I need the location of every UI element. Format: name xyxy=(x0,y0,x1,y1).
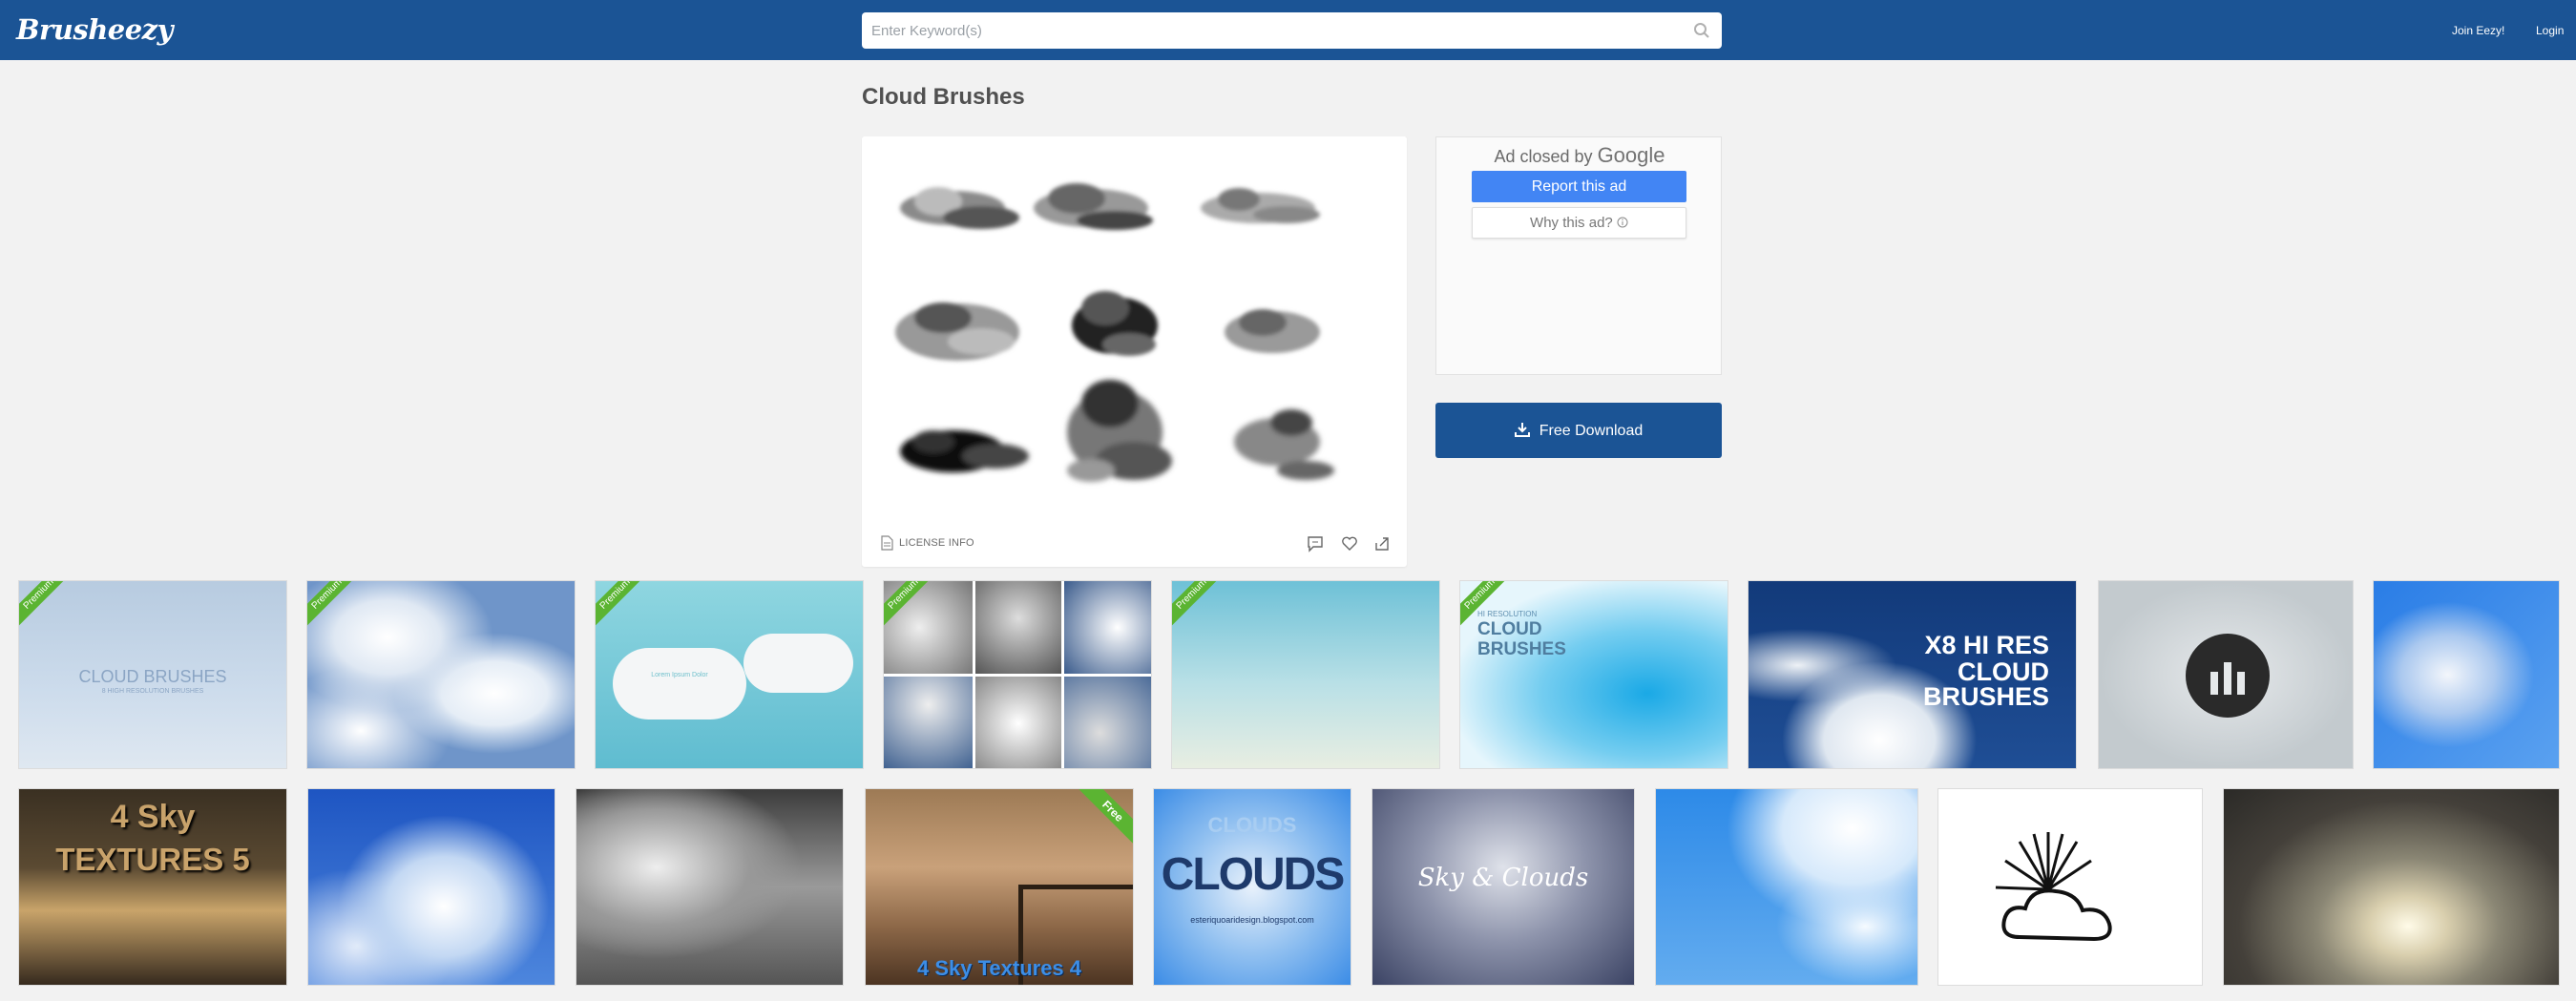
thumbnail-title: 4 Sky xyxy=(110,799,196,835)
thumbnail-line: HI RESOLUTION xyxy=(1477,610,1538,618)
related-thumbnail[interactable] xyxy=(576,788,844,986)
thumbnail-title: TEXTURES 5 xyxy=(55,842,250,877)
thumbnail-title: Lorem Ipsum Dolor xyxy=(651,672,708,678)
brusheezy-logo[interactable]: Brusheezy xyxy=(16,13,174,46)
related-thumbnail[interactable] xyxy=(2223,788,2560,986)
ad-panel: Ad closed by Google Report this ad Why t… xyxy=(1435,136,1722,375)
related-thumbnail[interactable] xyxy=(307,788,555,986)
thumbnail-subtitle: 8 HIGH RESOLUTION BRUSHES xyxy=(101,688,204,695)
ad-closed-label: Ad closed by xyxy=(1494,147,1593,166)
download-icon xyxy=(1514,422,1530,437)
related-thumbnail[interactable]: 4 Sky Textures 4 Free xyxy=(865,788,1134,986)
related-thumbnail[interactable]: Premium xyxy=(1171,580,1440,769)
preview-image[interactable] xyxy=(886,165,1382,518)
license-info-link[interactable]: LICENSE INFO xyxy=(881,535,974,551)
download-label: Free Download xyxy=(1539,422,1644,439)
premium-badge: Premium xyxy=(1172,581,1227,630)
thumbnail-caption: 4 Sky Textures 4 xyxy=(916,956,1082,980)
thumbnail-url: esteriquoaridesign.blogspot.com xyxy=(1190,915,1314,925)
search-box xyxy=(862,12,1722,49)
cloud-shape xyxy=(743,634,853,693)
related-thumbnail[interactable] xyxy=(1937,788,2203,986)
why-this-ad-button[interactable]: Why this ad? xyxy=(1472,207,1686,239)
document-icon xyxy=(881,535,893,551)
preview-footer: LICENSE INFO xyxy=(862,524,1407,567)
thumbnail-title: Sky & Clouds xyxy=(1417,864,1589,892)
search-input[interactable] xyxy=(862,12,1683,49)
related-thumbnail[interactable]: CLOUD BRUSHES 8 HIGH RESOLUTION BRUSHES … xyxy=(18,580,287,769)
login-link[interactable]: Login xyxy=(2536,24,2564,37)
thumbnail-title: CLOUD BRUSHES xyxy=(78,667,227,686)
premium-badge: Premium xyxy=(596,581,651,630)
related-thumbnail[interactable] xyxy=(2098,580,2354,769)
related-thumbnail[interactable]: CLOUDS CLOUDS esteriquoaridesign.blogspo… xyxy=(1153,788,1351,986)
search-icon[interactable] xyxy=(1693,22,1710,39)
ad-closed-text: Ad closed by Google xyxy=(1436,143,1723,168)
top-navbar: Brusheezy Join Eezy! Login xyxy=(0,0,2576,60)
related-thumbnail[interactable] xyxy=(2373,580,2560,769)
related-thumbnail[interactable]: X8 HI RES CLOUD BRUSHES xyxy=(1748,580,2077,769)
preview-card: LICENSE INFO xyxy=(862,136,1407,567)
premium-badge: Premium xyxy=(307,581,363,630)
related-thumbnail[interactable]: Premium xyxy=(883,580,1152,769)
related-thumbnail[interactable]: Premium xyxy=(306,580,576,769)
info-icon xyxy=(1617,217,1628,228)
related-thumbnail[interactable]: 4 Sky TEXTURES 5 xyxy=(18,788,287,986)
why-label: Why this ad? xyxy=(1530,215,1613,231)
page-title: Cloud Brushes xyxy=(862,84,1025,110)
related-thumbnail[interactable]: Lorem Ipsum Dolor Premium xyxy=(595,580,864,769)
premium-badge: Premium xyxy=(19,581,74,630)
google-logo: Google xyxy=(1597,143,1665,167)
cloud-shape xyxy=(613,648,746,719)
join-link[interactable]: Join Eezy! xyxy=(2452,24,2504,37)
related-thumbnail[interactable] xyxy=(1655,788,1918,986)
comment-icon[interactable] xyxy=(1307,535,1324,553)
heart-icon[interactable] xyxy=(1341,535,1358,553)
thumbnail-title: BRUSHES xyxy=(1922,682,2049,711)
related-thumbnail[interactable]: HI RESOLUTION CLOUD BRUSHES Premium xyxy=(1459,580,1728,769)
free-download-button[interactable]: Free Download xyxy=(1435,403,1722,458)
thumbnail-title: CLOUDS xyxy=(1161,849,1346,900)
sun-cloud-icon xyxy=(1995,832,2112,942)
related-thumbnail[interactable]: Sky & Clouds xyxy=(1372,788,1635,986)
thumbnail-top-text: CLOUDS xyxy=(1207,813,1297,837)
report-ad-button[interactable]: Report this ad xyxy=(1472,171,1686,202)
thumbnail-title: CLOUD xyxy=(1477,619,1542,639)
share-icon[interactable] xyxy=(1373,535,1391,553)
free-badge: Free xyxy=(1076,789,1133,848)
license-label: LICENSE INFO xyxy=(899,536,974,549)
thumbnail-title: BRUSHES xyxy=(1477,639,1566,659)
thumbnail-title: X8 HI RES xyxy=(1924,631,2049,659)
